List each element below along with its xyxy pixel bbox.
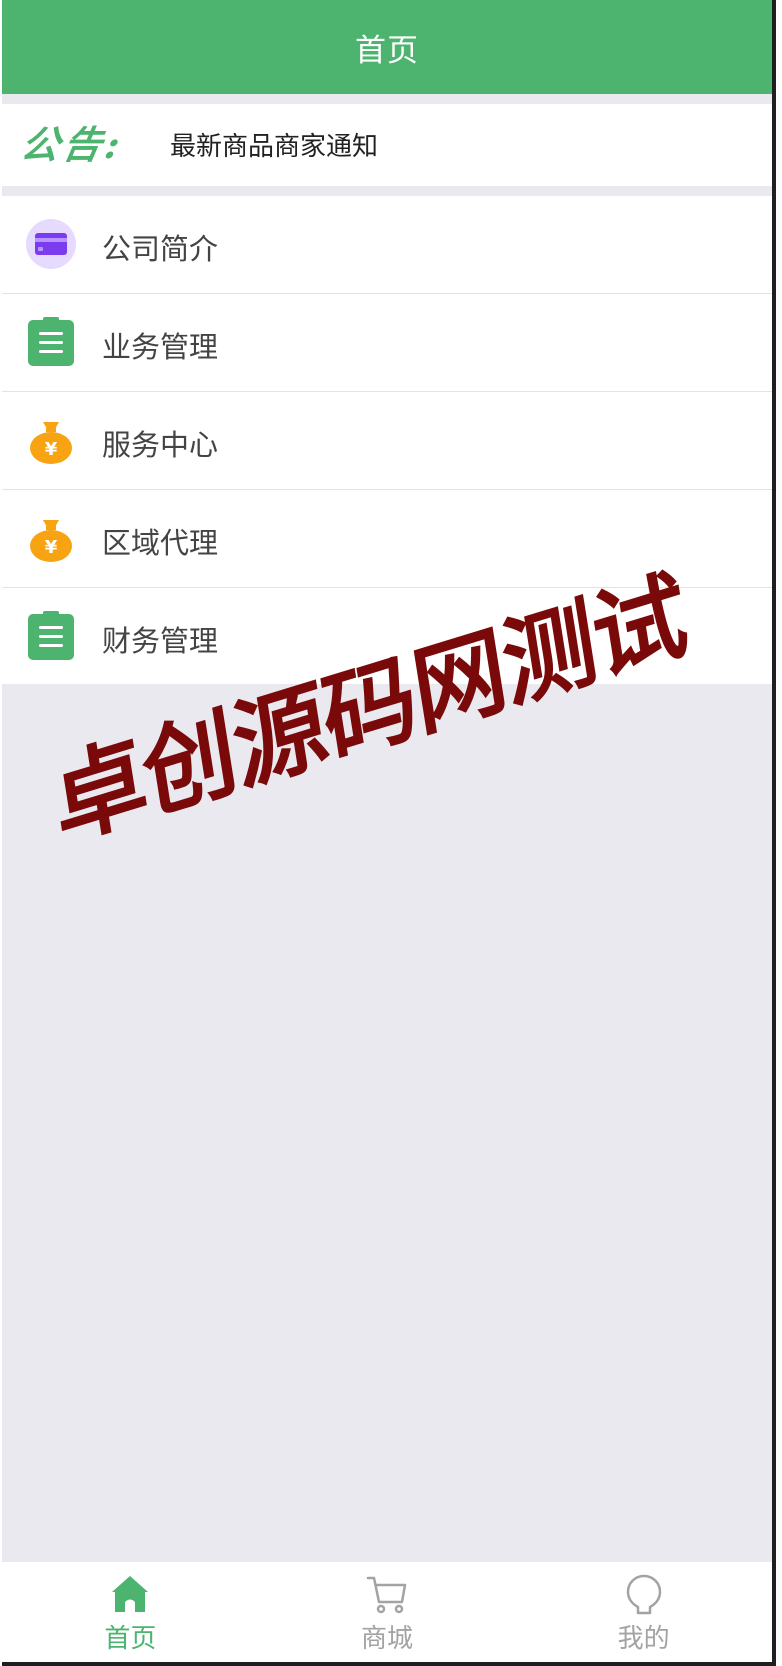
home-icon (112, 1576, 149, 1612)
tab-mall[interactable]: 商城 (259, 1562, 516, 1662)
menu-item-label: 区域代理 (102, 526, 219, 560)
menu-item-label: 业务管理 (102, 330, 219, 364)
tab-home[interactable]: 首页 (2, 1562, 259, 1662)
notice-logo: 公告: (17, 122, 128, 167)
menu-item-company-intro[interactable]: 公司简介 (2, 196, 772, 294)
menu-list: 公司简介 业务管理 ¥ 服务中心 ¥ 区域代理 财务管理 (2, 196, 772, 684)
user-icon (626, 1574, 661, 1615)
app-frame: 首页 公告: 最新商品商家通知 公司简介 业务管理 ¥ 服务中心 ¥ 区域代理 … (2, 0, 776, 1666)
money-bag-icon: ¥ (30, 422, 72, 464)
svg-text:¥: ¥ (45, 537, 58, 558)
bottom-tab-bar: 首页 商城 我的 (2, 1562, 772, 1662)
menu-item-regional-agent[interactable]: ¥ 区域代理 (2, 490, 772, 588)
card-icon (26, 219, 76, 269)
page-title: 首页 (355, 32, 419, 69)
cart-icon (366, 1576, 407, 1614)
menu-item-label: 服务中心 (102, 428, 219, 462)
clipboard-list-icon (28, 317, 74, 366)
menu-item-business-management[interactable]: 业务管理 (2, 294, 772, 392)
menu-item-label: 财务管理 (102, 624, 219, 658)
menu-item-label: 公司简介 (102, 232, 219, 266)
tab-label: 商城 (361, 1624, 414, 1654)
header-bar: 首页 (2, 0, 772, 94)
clipboard-list-icon (28, 611, 74, 660)
notice-text[interactable]: 最新商品商家通知 (170, 126, 378, 163)
tab-label: 首页 (104, 1624, 157, 1654)
menu-item-service-center[interactable]: ¥ 服务中心 (2, 392, 772, 490)
tab-label: 我的 (617, 1624, 670, 1654)
money-bag-icon: ¥ (30, 520, 72, 562)
notice-bar[interactable]: 公告: 最新商品商家通知 (2, 104, 772, 186)
menu-item-finance-management[interactable]: 财务管理 (2, 588, 772, 684)
tab-mine[interactable]: 我的 (515, 1562, 772, 1662)
svg-text:¥: ¥ (45, 439, 58, 460)
